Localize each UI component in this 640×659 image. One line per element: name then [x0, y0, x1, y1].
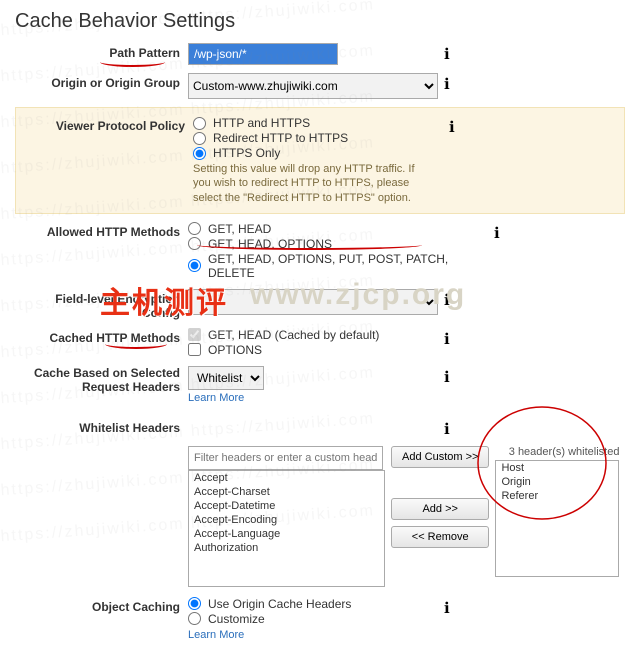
- list-item[interactable]: Referer: [496, 489, 618, 503]
- methods-label: Allowed HTTP Methods: [15, 222, 188, 239]
- available-headers-list[interactable]: Accept Accept-Charset Accept-Datetime Ac…: [188, 470, 385, 587]
- cache-headers-label: Cache Based on Selected Request Headers: [15, 366, 188, 394]
- info-icon[interactable]: ℹ: [438, 73, 472, 93]
- protocol-redirect[interactable]: Redirect HTTP to HTTPS: [193, 131, 443, 145]
- info-icon[interactable]: ℹ: [438, 289, 472, 309]
- whitelisted-count: 3 header(s) whitelisted: [495, 446, 619, 458]
- info-icon[interactable]: ℹ: [438, 328, 472, 348]
- page-title: Cache Behavior Settings: [15, 10, 625, 33]
- path-pattern-input[interactable]: [188, 43, 338, 65]
- cache-headers-select[interactable]: Whitelist: [188, 366, 264, 390]
- annotation-underline: [105, 339, 167, 349]
- info-icon[interactable]: ℹ: [438, 43, 472, 63]
- whitelisted-headers-list[interactable]: Host Origin Referer: [495, 460, 619, 577]
- annotation-underline: [197, 240, 422, 250]
- cached-get-head[interactable]: GET, HEAD (Cached by default): [188, 328, 438, 342]
- info-icon[interactable]: ℹ: [438, 597, 472, 617]
- obj-cache-origin[interactable]: Use Origin Cache Headers: [188, 597, 438, 611]
- obj-cache-customize[interactable]: Customize: [188, 612, 438, 626]
- info-icon[interactable]: ℹ: [443, 116, 477, 136]
- origin-label: Origin or Origin Group: [15, 73, 188, 90]
- protocol-http-https[interactable]: HTTP and HTTPS: [193, 116, 443, 130]
- list-item[interactable]: Accept-Datetime: [189, 499, 384, 513]
- filter-headers-input[interactable]: [188, 446, 383, 470]
- methods-get-head[interactable]: GET, HEAD: [188, 222, 488, 236]
- protocol-https-only[interactable]: HTTPS Only: [193, 146, 443, 160]
- protocol-label: Viewer Protocol Policy: [20, 116, 193, 133]
- learn-more-link[interactable]: Learn More: [188, 392, 244, 404]
- list-item[interactable]: Accept-Language: [189, 527, 384, 541]
- origin-select[interactable]: Custom-www.zhujiwiki.com: [188, 73, 438, 99]
- list-item[interactable]: Host: [496, 461, 618, 475]
- methods-all[interactable]: GET, HEAD, OPTIONS, PUT, POST, PATCH, DE…: [188, 252, 488, 280]
- protocol-hint: Setting this value will drop any HTTP tr…: [193, 162, 428, 205]
- encryption-label: Field-level Encryption Config: [15, 289, 188, 320]
- info-icon[interactable]: ℹ: [488, 222, 522, 242]
- encryption-select[interactable]: [188, 289, 438, 315]
- list-item[interactable]: Accept-Charset: [189, 485, 384, 499]
- add-custom-button[interactable]: Add Custom >>: [391, 446, 489, 468]
- list-item[interactable]: Accept-Encoding: [189, 513, 384, 527]
- whitelist-label: Whitelist Headers: [15, 418, 188, 435]
- add-button[interactable]: Add >>: [391, 498, 489, 520]
- learn-more-link[interactable]: Learn More: [188, 629, 244, 641]
- object-caching-label: Object Caching: [15, 597, 188, 614]
- info-icon[interactable]: ℹ: [438, 418, 472, 438]
- cached-options[interactable]: OPTIONS: [188, 343, 438, 357]
- list-item[interactable]: Accept: [189, 471, 384, 485]
- list-item[interactable]: Origin: [496, 475, 618, 489]
- info-icon[interactable]: ℹ: [438, 366, 472, 386]
- annotation-underline: [100, 57, 165, 67]
- list-item[interactable]: Authorization: [189, 541, 384, 555]
